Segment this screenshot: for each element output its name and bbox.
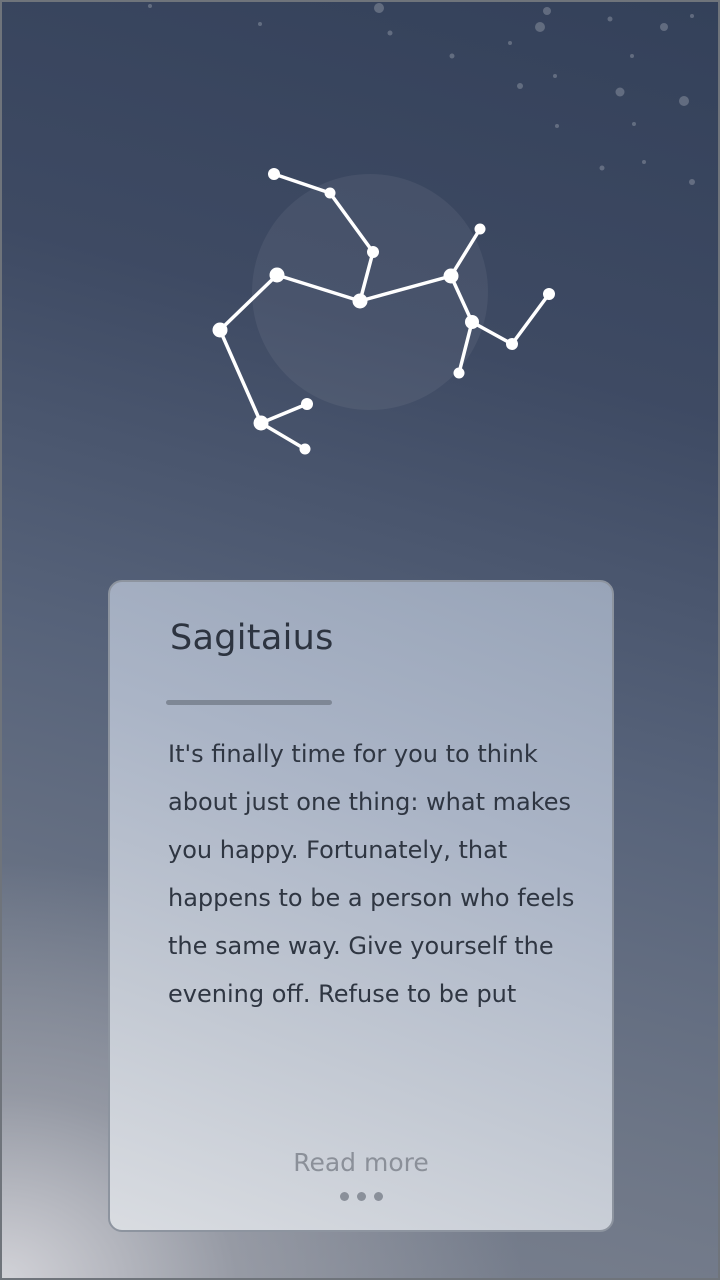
moon-glow: [252, 174, 488, 410]
more-dots-icon: [110, 1192, 612, 1201]
sign-title: Sagitaius: [170, 618, 334, 658]
star-node: [443, 268, 459, 284]
star-node: [465, 315, 479, 329]
star-node: [474, 223, 486, 235]
star-node: [324, 187, 336, 199]
star-node: [253, 415, 269, 431]
read-more-button[interactable]: Read more: [110, 1148, 612, 1177]
star-node: [299, 443, 311, 455]
star-node: [352, 293, 368, 309]
star-node: [367, 246, 379, 258]
dot: [339, 1192, 349, 1201]
star-node: [301, 398, 313, 410]
horoscope-card: Sagitaius It's finally time for you to t…: [108, 580, 614, 1232]
star-node: [212, 322, 228, 338]
star-node: [506, 338, 518, 350]
horoscope-screen: Sagitaius It's finally time for you to t…: [0, 0, 720, 1280]
sagittarius-constellation-icon: [212, 168, 555, 455]
horoscope-text: It's finally time for you to think about…: [168, 740, 575, 1008]
star-node: [453, 367, 465, 379]
dot: [373, 1192, 383, 1201]
star-node: [269, 267, 285, 283]
star-node: [543, 288, 555, 300]
title-divider: [166, 700, 332, 705]
dot: [356, 1192, 366, 1201]
star-node: [268, 168, 280, 180]
